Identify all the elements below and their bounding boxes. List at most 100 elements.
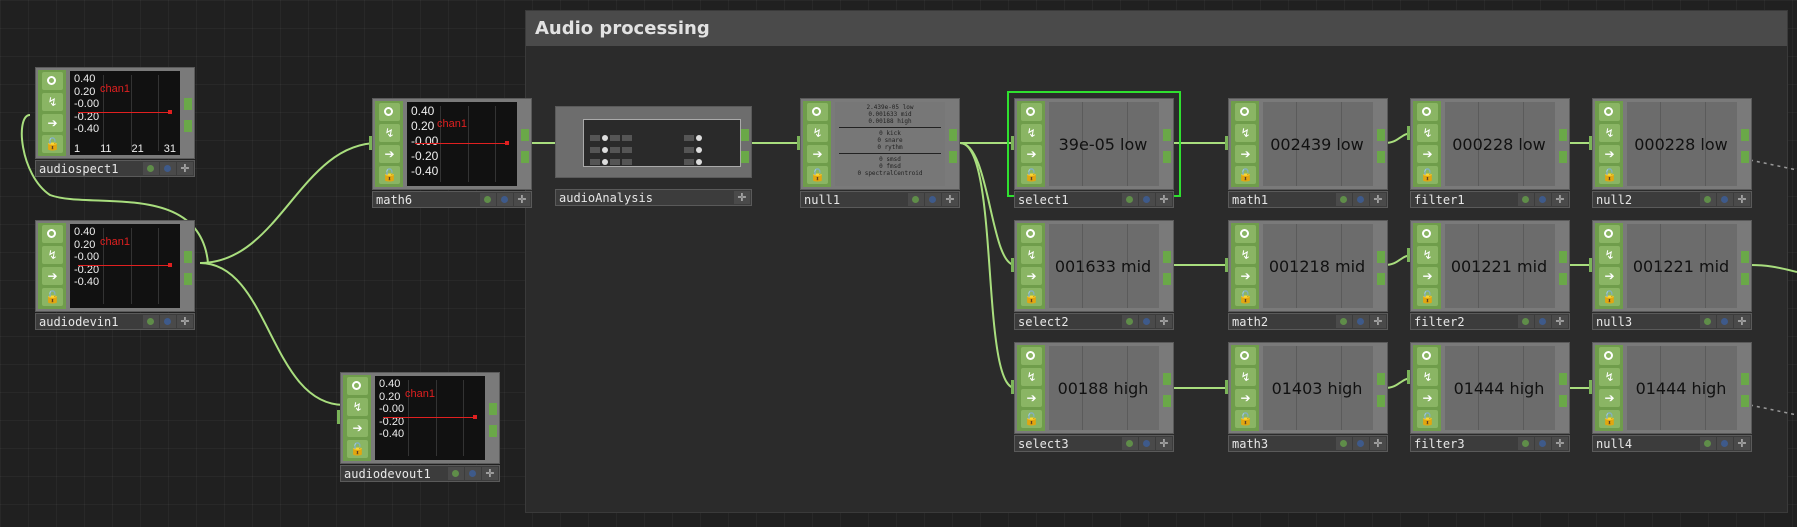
display-arrow-icon[interactable]: ➔ <box>1417 267 1438 285</box>
output-connector[interactable] <box>1559 273 1567 285</box>
bypass-flag[interactable] <box>1518 437 1534 450</box>
display-flag[interactable] <box>1353 193 1369 206</box>
cooking-icon[interactable]: ↯ <box>807 124 828 142</box>
display-arrow-icon[interactable]: ➔ <box>42 114 63 132</box>
node-label[interactable]: audiospect1 <box>39 161 118 177</box>
viewer-toggle-icon[interactable] <box>1235 225 1256 243</box>
bypass-flag[interactable] <box>1518 193 1534 206</box>
viewer-toggle-icon[interactable] <box>379 103 400 121</box>
output-connector[interactable] <box>521 151 529 163</box>
output-connector[interactable] <box>184 120 192 132</box>
cooking-icon[interactable]: ↯ <box>1417 368 1438 386</box>
display-arrow-icon[interactable]: ➔ <box>1235 267 1256 285</box>
lock-icon[interactable]: 🔓 <box>1021 166 1042 184</box>
output-connector[interactable] <box>1741 129 1749 141</box>
output-connector[interactable] <box>1559 373 1567 385</box>
add-icon[interactable]: ✛ <box>942 193 958 206</box>
viewer-toggle-icon[interactable] <box>1417 347 1438 365</box>
node-label[interactable]: null4 <box>1596 436 1632 452</box>
node-math3[interactable]: ↯ ➔ 🔓 01403 high math3 ✛ <box>1225 342 1388 455</box>
lock-icon[interactable]: 🔓 <box>1599 166 1620 184</box>
viewer-toggle-icon[interactable] <box>42 225 63 243</box>
node-label[interactable]: math3 <box>1232 436 1268 452</box>
output-connector[interactable] <box>1559 151 1567 163</box>
display-arrow-icon[interactable]: ➔ <box>42 267 63 285</box>
node-label[interactable]: filter1 <box>1414 192 1465 208</box>
bypass-flag[interactable] <box>1336 315 1352 328</box>
node-label[interactable]: audioAnalysis <box>559 190 653 206</box>
display-flag[interactable] <box>160 315 176 328</box>
output-connector[interactable] <box>489 425 497 437</box>
display-flag[interactable] <box>1353 315 1369 328</box>
output-connector[interactable] <box>1741 251 1749 263</box>
cooking-icon[interactable]: ↯ <box>1599 246 1620 264</box>
add-icon[interactable]: ✛ <box>1734 437 1750 450</box>
display-flag[interactable] <box>1139 193 1155 206</box>
cooking-icon[interactable]: ↯ <box>1021 368 1042 386</box>
display-arrow-icon[interactable]: ➔ <box>1021 389 1042 407</box>
node-label[interactable]: audiodevin1 <box>39 314 118 330</box>
add-icon[interactable]: ✛ <box>734 191 750 204</box>
viewer-toggle-icon[interactable] <box>1417 103 1438 121</box>
bypass-flag[interactable] <box>143 162 159 175</box>
add-icon[interactable]: ✛ <box>1370 437 1386 450</box>
node-audiodevout1[interactable]: ↯ ➔ 🔓 0.40 0.20 -0.00 -0.20 -0.40 chan1 audiod… <box>337 372 500 485</box>
node-filter3[interactable]: ↯ ➔ 🔓 01444 high filter3 ✛ <box>1407 342 1570 455</box>
cooking-icon[interactable]: ↯ <box>1235 246 1256 264</box>
lock-icon[interactable]: 🔓 <box>1235 288 1256 306</box>
display-arrow-icon[interactable]: ➔ <box>379 145 400 163</box>
cooking-icon[interactable]: ↯ <box>42 93 63 111</box>
output-connector[interactable] <box>1163 273 1171 285</box>
node-label[interactable]: null2 <box>1596 192 1632 208</box>
display-flag[interactable] <box>1535 437 1551 450</box>
node-math2[interactable]: ↯ ➔ 🔓 001218 mid math2 ✛ <box>1225 220 1388 333</box>
output-connector[interactable] <box>1741 273 1749 285</box>
display-arrow-icon[interactable]: ➔ <box>1235 389 1256 407</box>
audio-analysis-panel[interactable] <box>583 119 741 167</box>
lock-icon[interactable]: 🔓 <box>1417 166 1438 184</box>
node-label[interactable]: math6 <box>376 192 412 208</box>
bypass-flag[interactable] <box>143 315 159 328</box>
lock-icon[interactable]: 🔓 <box>42 288 63 306</box>
cooking-icon[interactable]: ↯ <box>1021 124 1042 142</box>
display-flag[interactable] <box>925 193 941 206</box>
display-arrow-icon[interactable]: ➔ <box>807 145 828 163</box>
add-icon[interactable]: ✛ <box>1552 315 1568 328</box>
display-arrow-icon[interactable]: ➔ <box>1417 389 1438 407</box>
bypass-flag[interactable] <box>1336 193 1352 206</box>
display-flag[interactable] <box>465 467 481 480</box>
node-label[interactable]: select3 <box>1018 436 1069 452</box>
bypass-flag[interactable] <box>1122 437 1138 450</box>
viewer-toggle-icon[interactable] <box>1599 225 1620 243</box>
output-connector[interactable] <box>1163 251 1171 263</box>
bypass-flag[interactable] <box>1700 437 1716 450</box>
bypass-flag[interactable] <box>1122 193 1138 206</box>
output-connector[interactable] <box>184 251 192 263</box>
viewer-toggle-icon[interactable] <box>807 103 828 121</box>
display-flag[interactable] <box>1139 315 1155 328</box>
node-label[interactable]: math2 <box>1232 314 1268 330</box>
cooking-icon[interactable]: ↯ <box>1235 368 1256 386</box>
add-icon[interactable]: ✛ <box>514 193 530 206</box>
add-icon[interactable]: ✛ <box>1552 193 1568 206</box>
cooking-icon[interactable]: ↯ <box>1599 124 1620 142</box>
display-arrow-icon[interactable]: ➔ <box>347 419 368 437</box>
node-math1[interactable]: ↯ ➔ 🔓 002439 low math1 ✛ <box>1225 98 1388 211</box>
node-label[interactable]: math1 <box>1232 192 1268 208</box>
viewer-toggle-icon[interactable] <box>1417 225 1438 243</box>
node-label[interactable]: select2 <box>1018 314 1069 330</box>
bypass-flag[interactable] <box>1700 315 1716 328</box>
output-connector[interactable] <box>1377 273 1385 285</box>
bypass-flag[interactable] <box>1518 315 1534 328</box>
add-icon[interactable]: ✛ <box>1734 315 1750 328</box>
lock-icon[interactable]: 🔓 <box>347 440 368 458</box>
output-connector[interactable] <box>1741 373 1749 385</box>
display-flag[interactable] <box>1535 315 1551 328</box>
output-connector[interactable] <box>1163 129 1171 141</box>
viewer-toggle-icon[interactable] <box>1021 103 1042 121</box>
node-math6[interactable]: ↯ ➔ 🔓 0.40 0.20 -0.00 -0.20 -0.40 chan1 math6 ✛ <box>369 98 532 211</box>
display-arrow-icon[interactable]: ➔ <box>1021 145 1042 163</box>
display-arrow-icon[interactable]: ➔ <box>1417 145 1438 163</box>
display-flag[interactable] <box>1353 437 1369 450</box>
output-connector[interactable] <box>741 151 749 163</box>
